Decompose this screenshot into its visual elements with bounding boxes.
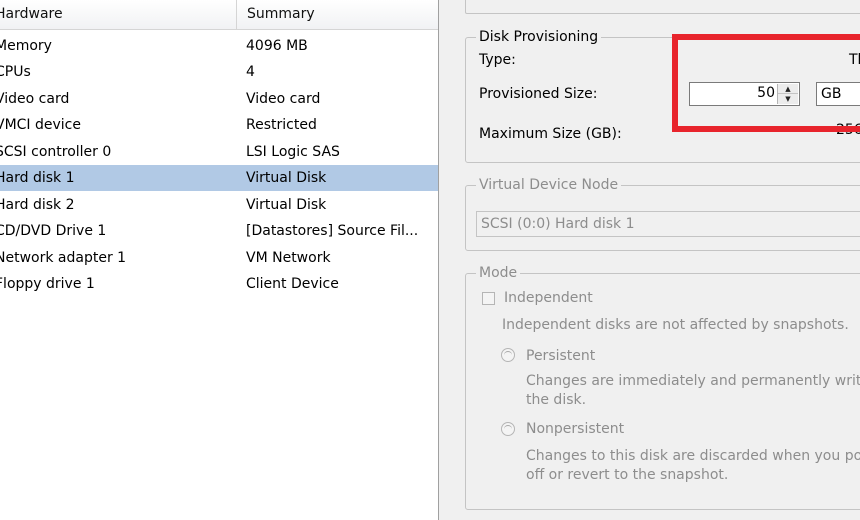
hardware-row-memory[interactable]: Memory 4096 MB: [0, 33, 438, 59]
hardware-row-name: SCSI controller 0: [0, 144, 112, 160]
hardware-row-video-card[interactable]: Video card Video card: [0, 86, 438, 112]
type-label: Type:: [479, 52, 516, 68]
independent-description: Independent disks are not affected by sn…: [502, 317, 849, 333]
hardware-list-header: Hardware Summary: [0, 0, 438, 30]
hardware-row-hard-disk-2[interactable]: Hard disk 2 Virtual Disk: [0, 192, 438, 218]
persistent-radio[interactable]: [501, 348, 515, 362]
hardware-row-vmci-device[interactable]: VMCI device Restricted: [0, 112, 438, 138]
independent-checkbox[interactable]: [482, 292, 495, 305]
hardware-row-summary: Client Device: [246, 276, 339, 292]
hardware-row-summary: Virtual Disk: [246, 197, 327, 213]
hardware-row-network-adapter[interactable]: Network adapter 1 VM Network: [0, 245, 438, 271]
hardware-row-name: CPUs: [0, 64, 31, 80]
hardware-row-summary: Video card: [246, 91, 321, 107]
persistent-label: Persistent: [526, 348, 596, 364]
hardware-row-floppy-drive[interactable]: Floppy drive 1 Client Device: [0, 271, 438, 297]
hardware-row-hard-disk-1[interactable]: Hard disk 1 Virtual Disk: [0, 165, 438, 191]
nonpersistent-description-line-1: Changes to this disk are discarded when …: [526, 448, 860, 464]
virtual-device-node-group: Virtual Device Node SCSI (0:0) Hard disk…: [465, 175, 860, 251]
nonpersistent-description-line-2: off or revert to the snapshot.: [526, 467, 729, 483]
maximum-size-label: Maximum Size (GB):: [479, 126, 622, 142]
hardware-row-name: Memory: [0, 38, 52, 54]
hardware-row-name: CD/DVD Drive 1: [0, 223, 107, 239]
hardware-row-summary: LSI Logic SAS: [246, 144, 340, 160]
virtual-device-node-legend: Virtual Device Node: [476, 175, 622, 195]
disk-properties-panel: Disk Provisioning Type: Th Provisioned S…: [439, 0, 860, 520]
hardware-row-summary: VM Network: [246, 250, 331, 266]
hardware-row-summary: 4096 MB: [246, 38, 308, 54]
hardware-row-summary: Virtual Disk: [246, 170, 327, 186]
hardware-row-summary: Restricted: [246, 117, 317, 133]
hardware-row-name: Video card: [0, 91, 70, 107]
hardware-row-scsi-controller[interactable]: SCSI controller 0 LSI Logic SAS: [0, 139, 438, 165]
hardware-row-summary: [Datastores] Source Fil...: [246, 223, 419, 239]
hardware-row-cpus[interactable]: CPUs 4: [0, 59, 438, 85]
column-header-hardware[interactable]: Hardware: [0, 0, 235, 29]
provisioned-size-label: Provisioned Size:: [479, 86, 598, 102]
hardware-row-name: VMCI device: [0, 117, 81, 133]
persistent-description-line-1: Changes are immediately and permanently …: [526, 373, 860, 389]
hardware-row-name: Hard disk 1: [0, 170, 75, 186]
persistent-description-line-2: the disk.: [526, 392, 587, 408]
mode-legend: Mode: [476, 263, 521, 283]
hardware-row-name: Network adapter 1: [0, 250, 127, 266]
mode-group: Mode Independent Independent disks are n…: [465, 263, 860, 510]
hardware-row-name: Hard disk 2: [0, 197, 75, 213]
hardware-row-summary: 4: [246, 64, 255, 80]
hardware-row-cd-dvd-drive[interactable]: CD/DVD Drive 1 [Datastores] Source Fil..…: [0, 218, 438, 244]
disk-provisioning-legend: Disk Provisioning: [476, 27, 602, 47]
nonpersistent-radio[interactable]: [501, 422, 515, 436]
independent-label: Independent: [504, 290, 593, 306]
red-highlight-box: [672, 34, 860, 132]
virtual-device-node-select[interactable]: SCSI (0:0) Hard disk 1: [476, 211, 860, 237]
nonpersistent-label: Nonpersistent: [526, 421, 625, 437]
hardware-row-name: Floppy drive 1: [0, 276, 95, 292]
column-header-summary[interactable]: Summary: [236, 0, 436, 29]
hardware-list: Hardware Summary Memory 4096 MB CPUs 4 V…: [0, 0, 439, 520]
disk-file-group: [465, 0, 860, 14]
